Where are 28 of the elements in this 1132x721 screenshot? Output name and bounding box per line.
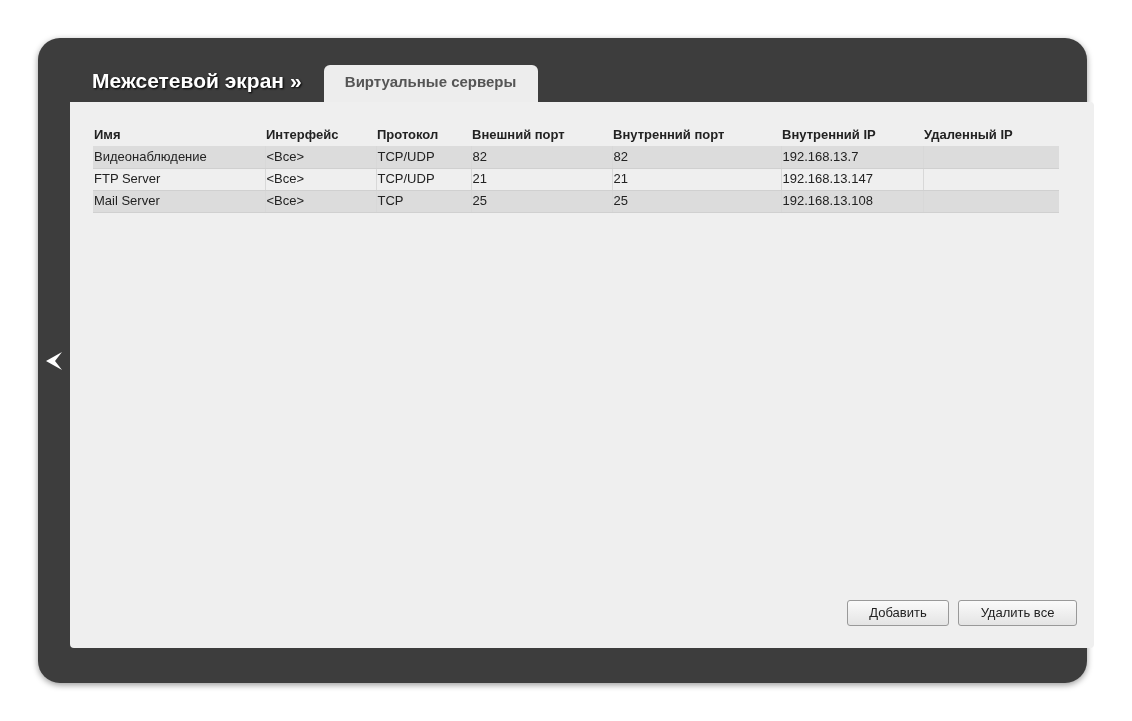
add-button[interactable]: Добавить xyxy=(847,600,949,626)
column-header: Интерфейс xyxy=(265,124,376,146)
table-cell: 21 xyxy=(471,168,612,190)
table-cell: FTP Server xyxy=(93,168,265,190)
table-cell: <Все> xyxy=(265,146,376,168)
column-header: Удаленный IP xyxy=(923,124,1059,146)
table-cell: Mail Server xyxy=(93,190,265,212)
column-header: Протокол xyxy=(376,124,471,146)
table-cell: 192.168.13.147 xyxy=(781,168,923,190)
table-cell: 192.168.13.7 xyxy=(781,146,923,168)
table-cell: 25 xyxy=(471,190,612,212)
table-cell: 25 xyxy=(612,190,781,212)
table-cell: TCP/UDP xyxy=(376,146,471,168)
table-cell: 21 xyxy=(612,168,781,190)
table-cell: 192.168.13.108 xyxy=(781,190,923,212)
delete-all-button[interactable]: Удалить все xyxy=(958,600,1077,626)
column-header: Внутренний порт xyxy=(612,124,781,146)
back-arrow-icon[interactable] xyxy=(46,351,62,370)
column-header: Имя xyxy=(93,124,265,146)
column-header: Внешний порт xyxy=(471,124,612,146)
table-cell: 82 xyxy=(612,146,781,168)
table-cell: 82 xyxy=(471,146,612,168)
table-cell: Видеонаблюдение xyxy=(93,146,265,168)
section-title: Межсетевой экран » xyxy=(92,67,302,94)
tab[interactable]: Виртуальные серверы xyxy=(323,64,538,102)
table-cell: TCP/UDP xyxy=(376,168,471,190)
column-header: Внутренний IP xyxy=(781,124,923,146)
table-cell: <Все> xyxy=(265,168,376,190)
